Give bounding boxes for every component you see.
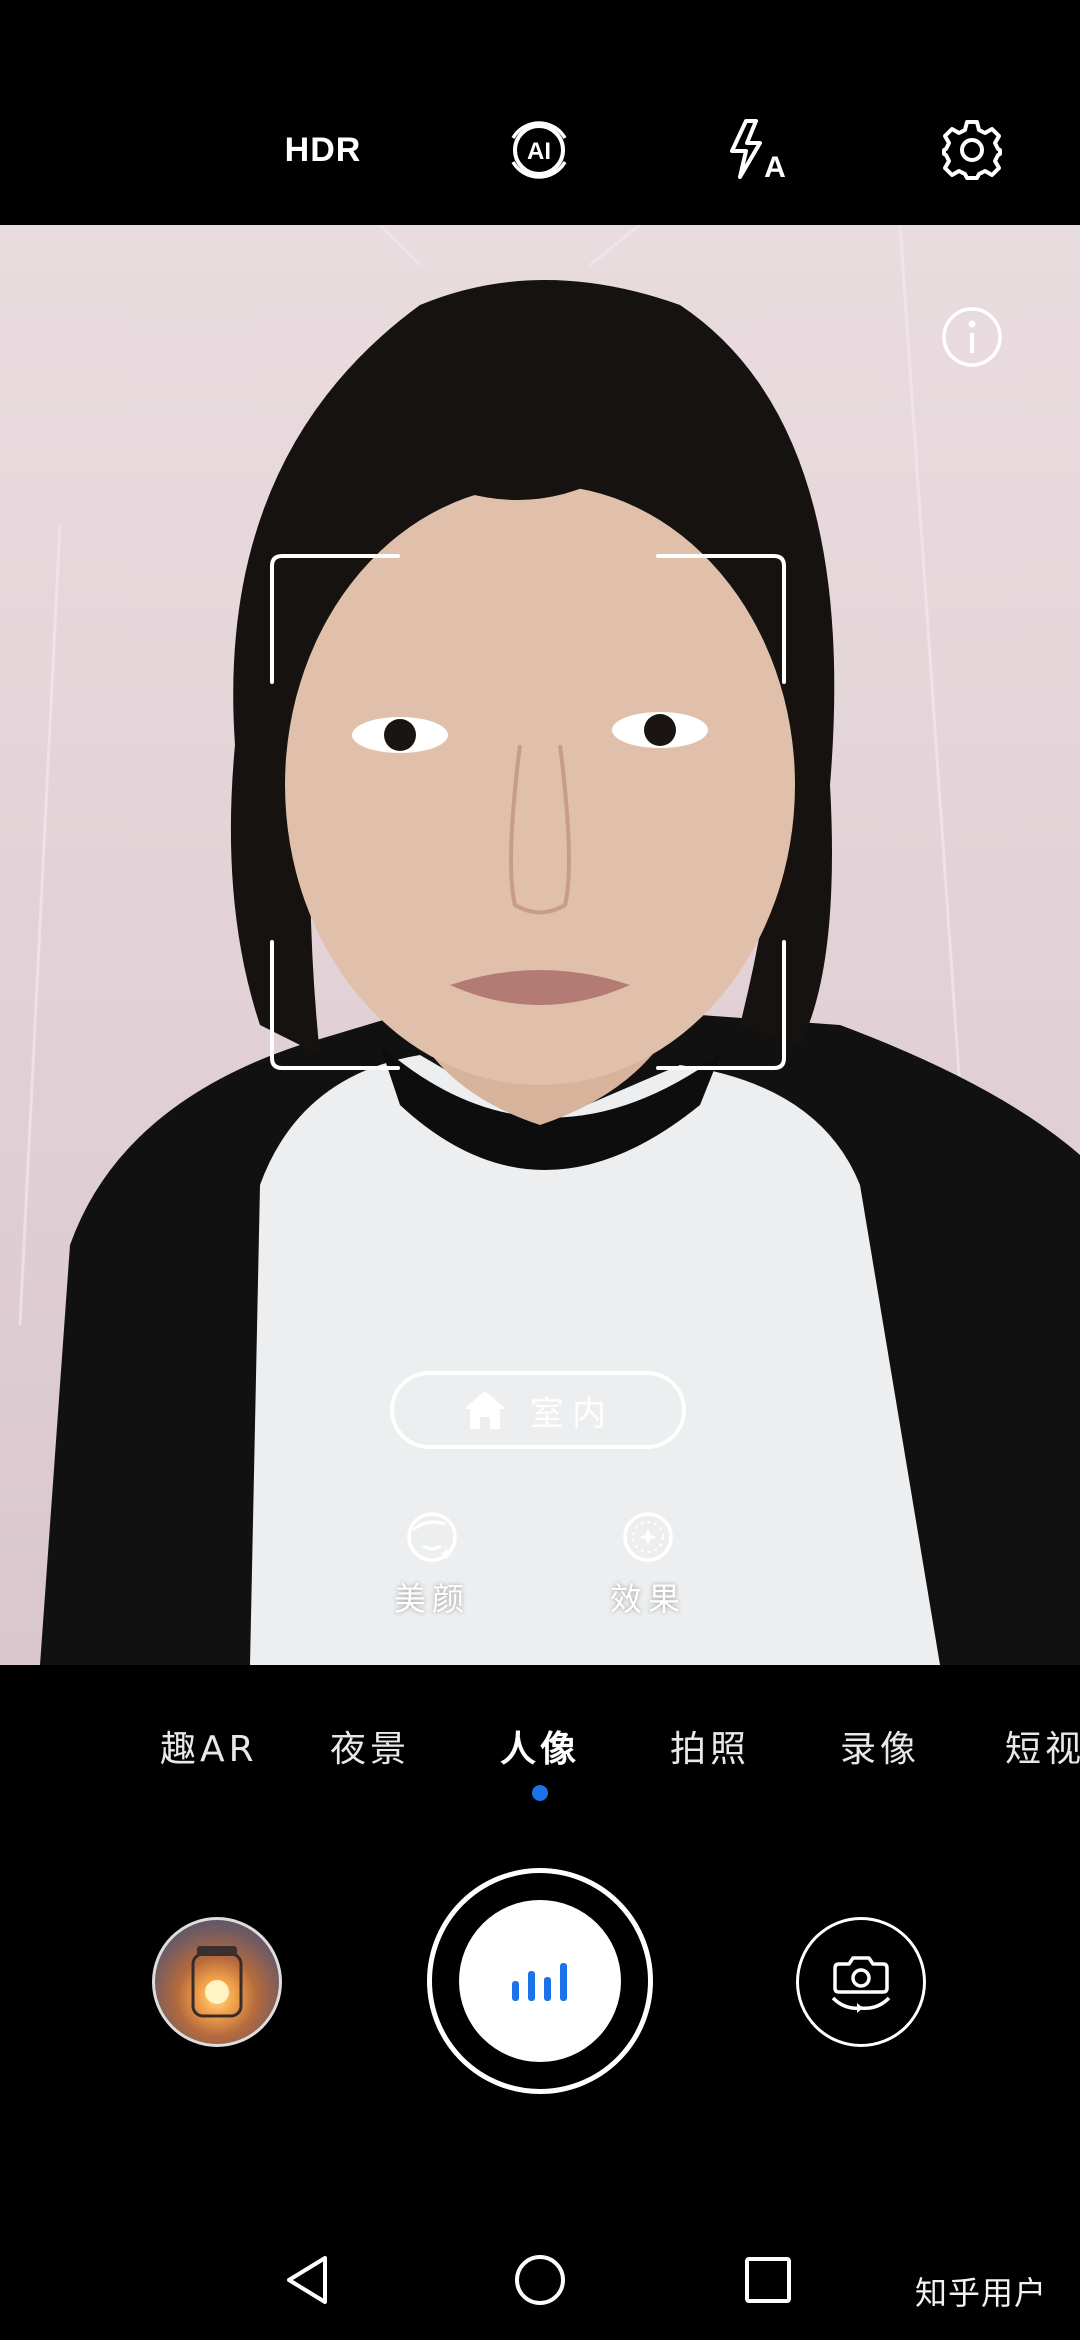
scene-label: 室内 bbox=[530, 1393, 614, 1434]
camera-app: HDR AI A 室内 美颜 效果 趣AR 夜景 人像 拍照 录像 短视 知乎用… bbox=[0, 0, 1080, 2340]
mode-night[interactable]: 夜景 bbox=[330, 1720, 410, 1772]
mode-short-video[interactable]: 短视 bbox=[1005, 1720, 1080, 1772]
gear-icon bbox=[942, 120, 1002, 180]
hdr-toggle-button[interactable]: HDR bbox=[268, 105, 378, 195]
home-circle-icon bbox=[515, 2255, 565, 2305]
mode-video[interactable]: 录像 bbox=[840, 1720, 920, 1772]
info-icon[interactable] bbox=[940, 305, 1004, 369]
camera-top-toolbar: HDR AI A bbox=[0, 0, 1080, 225]
svg-text:A: A bbox=[764, 151, 786, 184]
mode-photo[interactable]: 拍照 bbox=[670, 1720, 750, 1772]
ai-scene-icon: AI bbox=[511, 121, 567, 179]
scene-detected-badge[interactable]: 室内 bbox=[390, 1371, 686, 1449]
nav-back-button[interactable] bbox=[268, 2245, 348, 2315]
nav-recents-button[interactable] bbox=[728, 2245, 808, 2315]
beauty-face-icon bbox=[407, 1512, 457, 1562]
active-mode-indicator bbox=[532, 1785, 548, 1801]
effect-button[interactable]: 效果 bbox=[588, 1510, 708, 1620]
gallery-thumbnail[interactable] bbox=[152, 1917, 282, 2047]
bars-icon bbox=[512, 1963, 567, 2001]
face-focus-frame bbox=[270, 554, 786, 1070]
svg-text:AI: AI bbox=[527, 138, 551, 165]
ai-scene-button[interactable]: AI bbox=[484, 105, 594, 195]
camera-viewfinder[interactable]: 室内 美颜 效果 bbox=[0, 225, 1080, 1665]
thumbnail-image bbox=[191, 1946, 243, 2018]
mode-ar[interactable]: 趣AR bbox=[160, 1720, 258, 1772]
camera-mode-selector: 趣AR 夜景 人像 拍照 录像 短视 bbox=[0, 1665, 1080, 1805]
watermark-text: 知乎用户 bbox=[915, 2274, 1048, 2312]
effect-label: 效果 bbox=[609, 1580, 686, 1618]
back-triangle-icon bbox=[287, 2256, 327, 2304]
beauty-label: 美颜 bbox=[393, 1580, 470, 1618]
flash-auto-button[interactable]: A bbox=[700, 105, 810, 195]
nav-home-button[interactable] bbox=[500, 2245, 580, 2315]
effect-icon bbox=[623, 1512, 673, 1562]
shutter-button[interactable] bbox=[459, 1900, 621, 2062]
recents-square-icon bbox=[745, 2257, 791, 2303]
flash-auto-icon: A bbox=[730, 119, 786, 184]
mode-portrait[interactable]: 人像 bbox=[500, 1720, 580, 1772]
settings-button[interactable] bbox=[917, 105, 1027, 195]
hdr-label: HDR bbox=[284, 130, 362, 169]
beauty-button[interactable]: 美颜 bbox=[372, 1510, 492, 1620]
switch-camera-icon bbox=[831, 1956, 891, 2013]
switch-camera-button[interactable] bbox=[796, 1917, 926, 2047]
home-icon bbox=[464, 1391, 506, 1429]
